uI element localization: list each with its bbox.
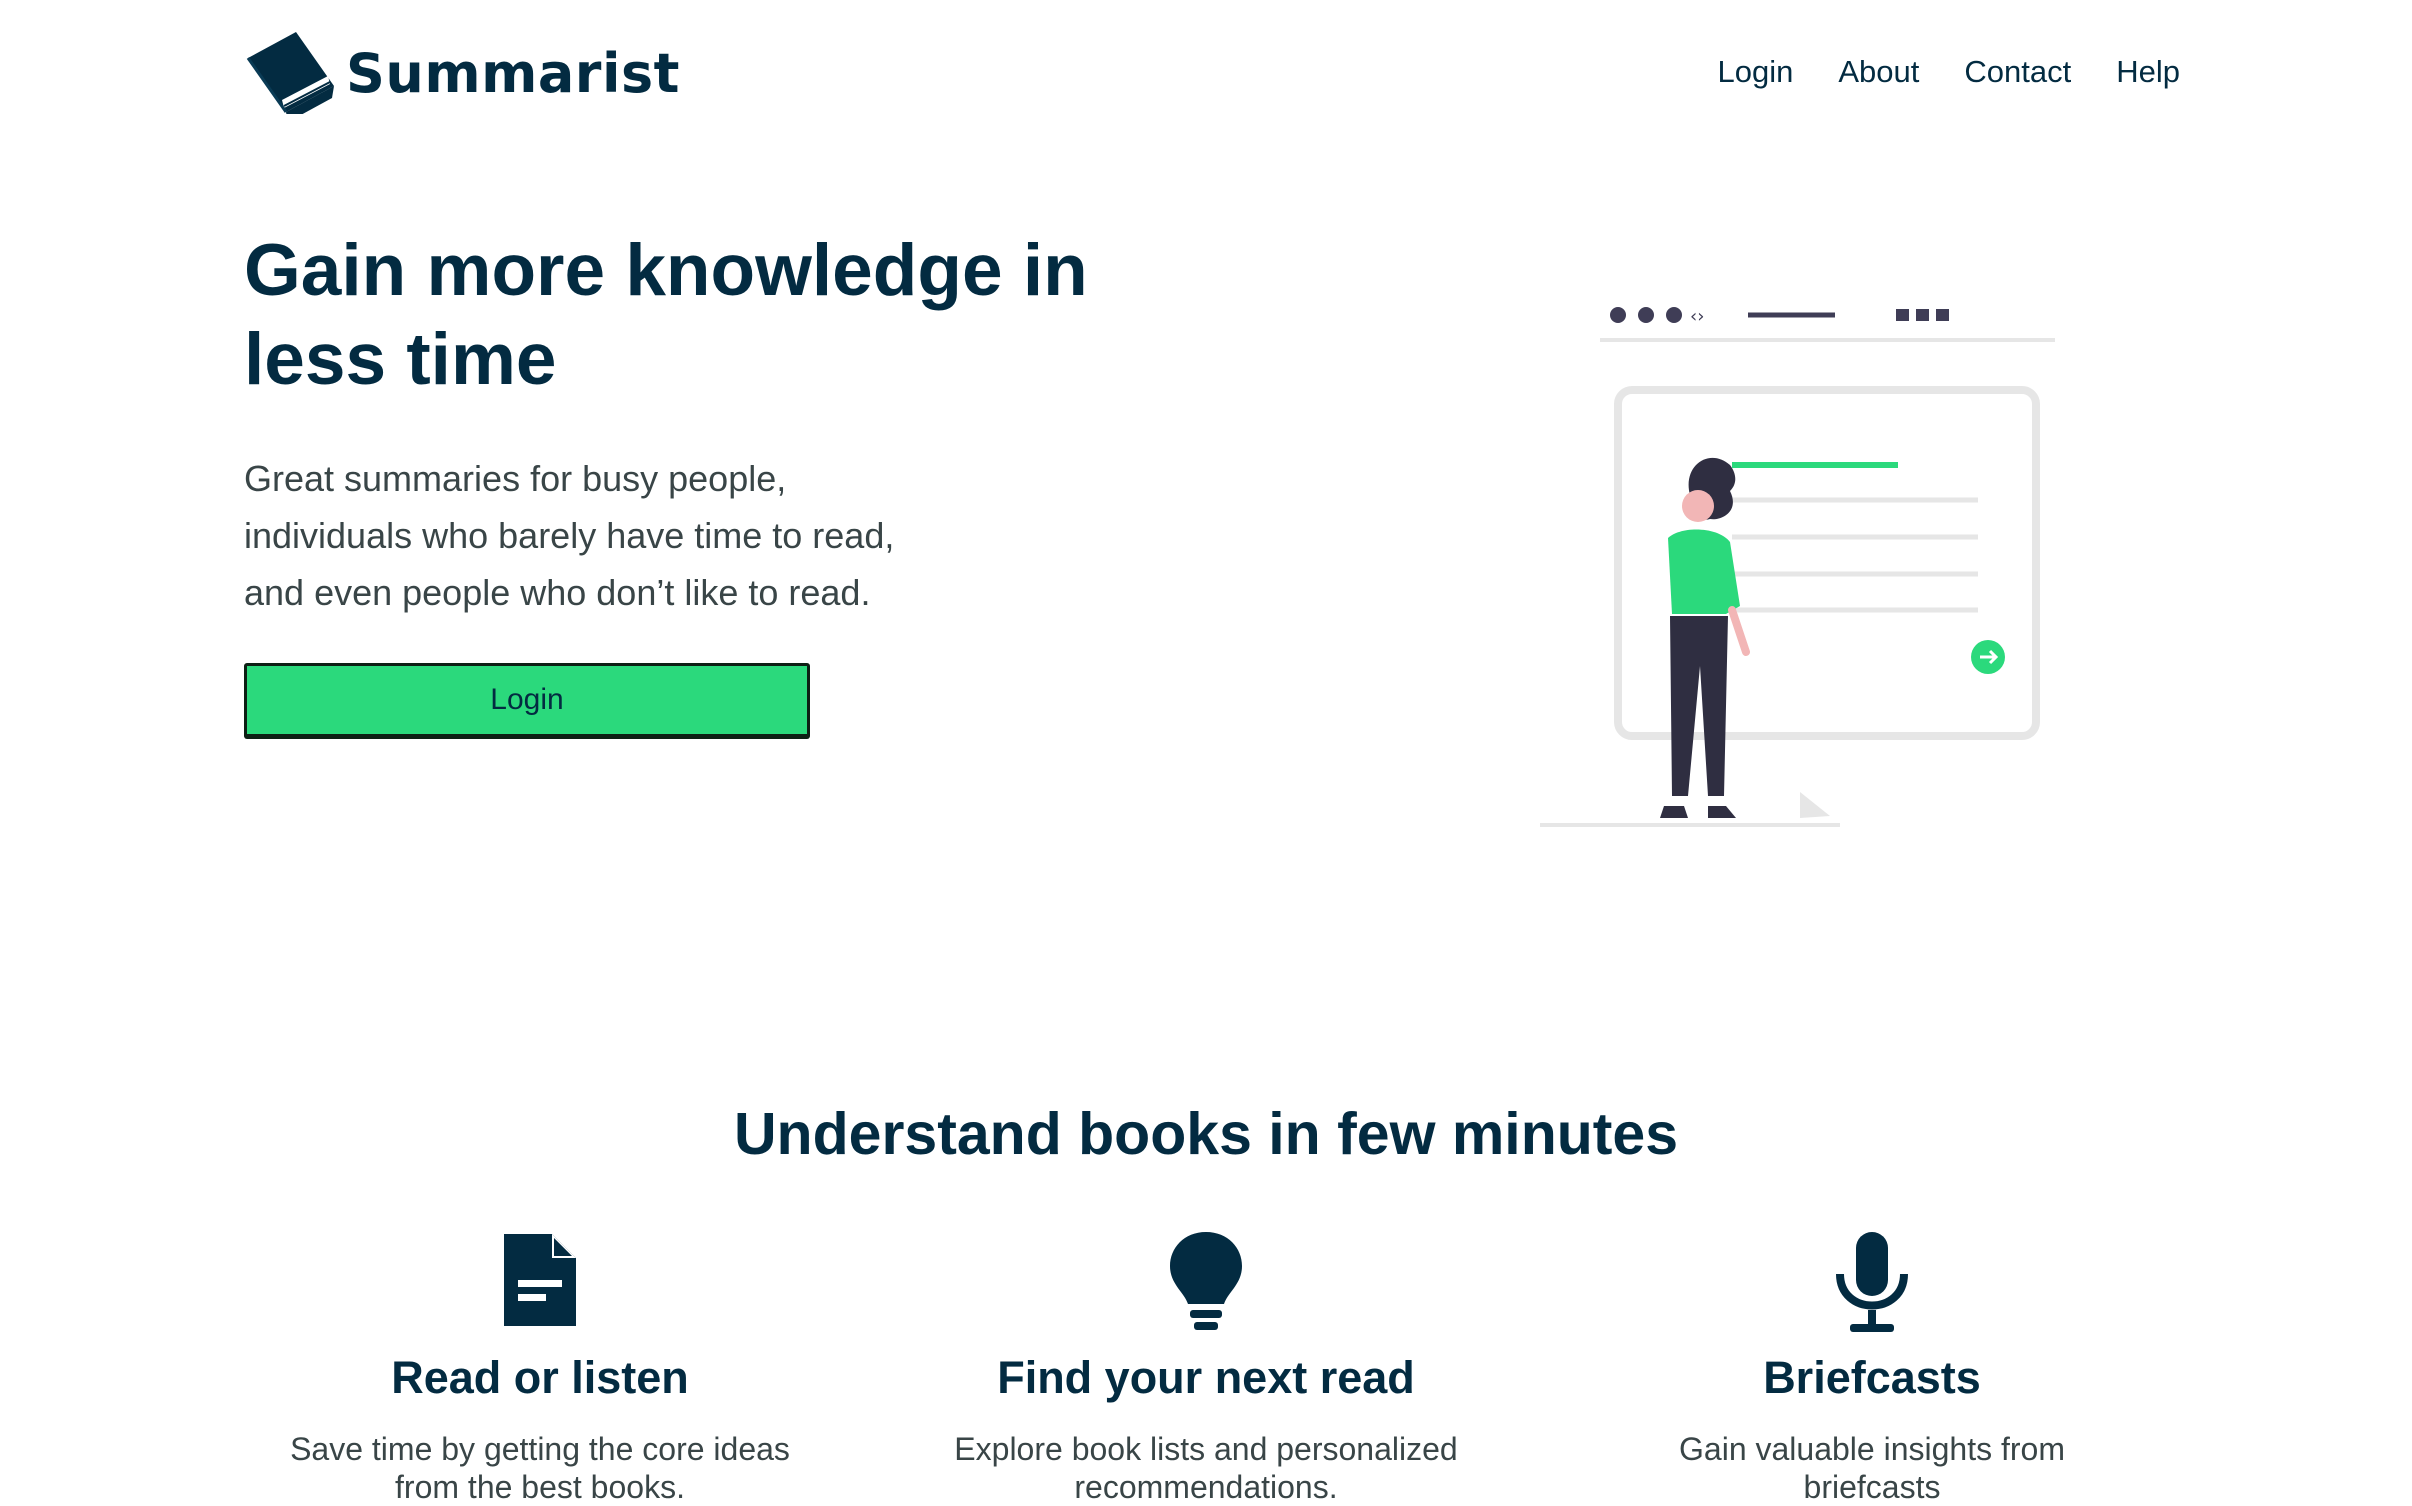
brand-logo[interactable]: Summarist [244,28,680,122]
feature-find-next-read: Find your next read Explore book lists a… [886,1230,1526,1505]
feature-description: Explore book lists and personalized reco… [954,1431,1458,1505]
feature-briefcasts: Briefcasts Gain valuable insights from b… [1552,1230,2192,1505]
feature-title: Read or listen [391,1352,689,1403]
document-icon [220,1230,860,1340]
top-nav: Login About Contact Help [1718,54,2180,90]
hero-subtitle: Great summaries for busy people, individ… [244,458,895,613]
nav-help[interactable]: Help [2116,54,2180,90]
feature-title: Find your next read [997,1352,1415,1403]
microphone-icon [1552,1230,2192,1340]
lightbulb-icon [886,1230,1526,1340]
hero-illustration: ‹› [1500,270,2120,895]
feature-read-or-listen: Read or listen Save time by getting the … [220,1230,860,1505]
hero-login-button[interactable]: Login [244,663,810,737]
nav-login[interactable]: Login [1718,54,1794,90]
feature-description: Gain valuable insights from briefcasts [1679,1431,2065,1505]
brand-name: Summarist [346,42,680,105]
book-logo-icon [244,28,336,122]
nav-contact[interactable]: Contact [1964,54,2071,90]
feature-description: Save time by getting the core ideas from… [290,1431,790,1505]
feature-title: Briefcasts [1763,1352,1981,1403]
nav-about[interactable]: About [1838,54,1919,90]
svg-text:‹›: ‹› [1690,306,1704,327]
hero-title: Gain more knowledge in less time [244,230,1088,400]
features-title: Understand books in few minutes [733,1101,1679,1167]
